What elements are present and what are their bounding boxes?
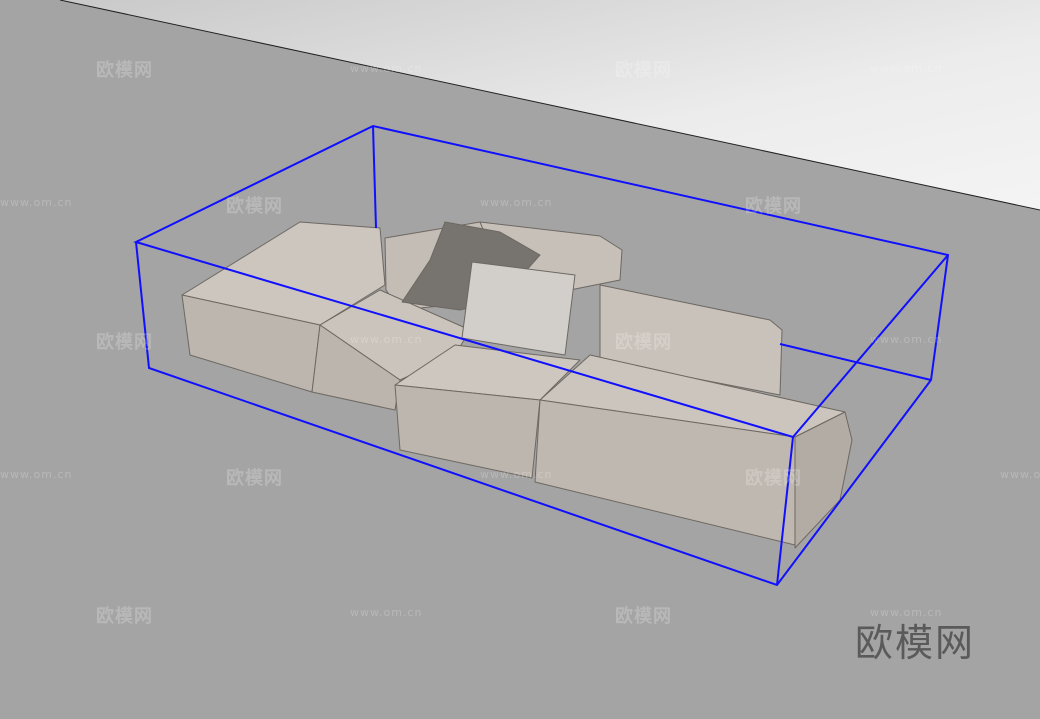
watermark-url: www.om.cn [480, 196, 553, 209]
watermark-brand: 欧模网 [226, 468, 283, 489]
watermark-url: www.om.cn [1000, 468, 1040, 481]
watermark-url: www.om.cn [0, 196, 73, 209]
watermark-url: www.om.cn [870, 333, 943, 346]
watermark-brand: 欧模网 [226, 196, 283, 217]
watermark-url: www.om.cn [480, 468, 553, 481]
watermark-brand: 欧模网 [96, 606, 153, 627]
watermark-brand: 欧模网 [615, 332, 672, 353]
watermark-brand: 欧模网 [745, 196, 802, 217]
watermark-url: www.om.cn [350, 62, 423, 75]
watermark-url: www.om.cn [0, 468, 73, 481]
watermark-brand: 欧模网 [745, 468, 802, 489]
watermark-brand: 欧模网 [96, 60, 153, 81]
watermark-brand: 欧模网 [615, 606, 672, 627]
watermark-url: www.om.cn [350, 333, 423, 346]
watermark-brand: 欧模网 [96, 332, 153, 353]
brand-logo: 欧模网 [855, 621, 976, 665]
pillow-light [461, 261, 576, 356]
seat-right-end [794, 411, 853, 549]
watermark-brand: 欧模网 [615, 60, 672, 81]
watermark-url: www.om.cn [870, 62, 943, 75]
sofa-model[interactable] [181, 221, 853, 549]
ottoman-front [394, 384, 541, 479]
watermark-url: www.om.cn [350, 606, 423, 619]
